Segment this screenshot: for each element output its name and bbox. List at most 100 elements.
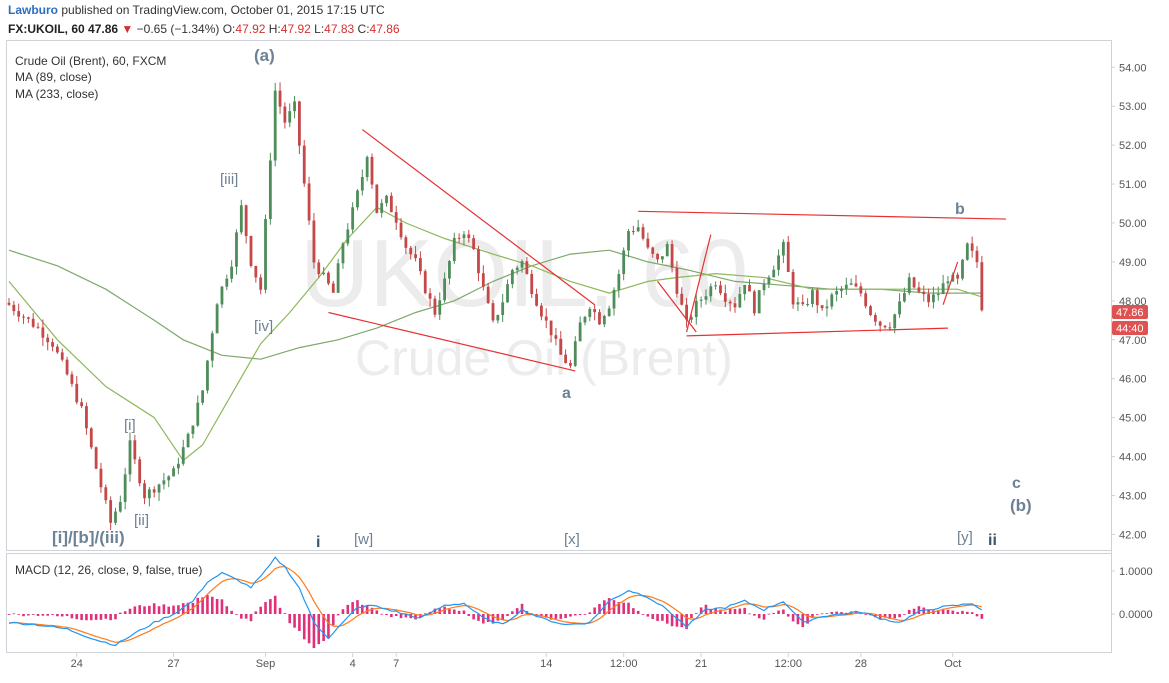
candle-body	[414, 254, 417, 259]
candle-body	[830, 294, 834, 307]
macd-histogram-bar	[757, 614, 761, 619]
macd-histogram-bar	[80, 614, 83, 621]
candle-body	[506, 284, 509, 303]
macd-histogram-bar	[665, 614, 669, 624]
time-tick-label: 28	[855, 658, 867, 670]
candle-body	[302, 145, 306, 184]
macd-histogram-bar	[60, 614, 64, 617]
macd-histogram-bar	[593, 607, 596, 614]
candle-body	[820, 305, 824, 309]
macd-histogram-bar	[820, 613, 824, 615]
macd-histogram-bar	[119, 612, 122, 614]
macd-histogram-bar	[167, 606, 171, 614]
candle-body	[254, 265, 258, 278]
macd-histogram-bar	[452, 609, 456, 614]
macd-histogram-bar	[380, 613, 383, 615]
candle-body	[75, 383, 79, 403]
legend-ma89[interactable]: MA (89, close)	[15, 70, 92, 84]
time-tick-label: 14	[540, 658, 552, 670]
candle-body	[670, 244, 674, 268]
candle-body	[588, 309, 592, 317]
macd-histogram-bar	[767, 613, 771, 615]
candle-body	[578, 322, 582, 342]
candle-body	[51, 342, 54, 347]
candle-body	[210, 333, 214, 361]
watermark-symbol: UKOIL, 60	[300, 220, 748, 327]
macd-histogram-bar	[956, 612, 959, 614]
candle-body	[525, 261, 529, 274]
macd-histogram-bar	[327, 614, 330, 639]
macd-histogram-bar	[85, 614, 88, 621]
wave-label-a: a	[562, 385, 571, 402]
macd-histogram-bar	[36, 614, 40, 616]
candle-body	[912, 277, 916, 288]
time-tick-label: 21	[695, 658, 707, 670]
candle-body	[723, 293, 727, 302]
candle-body	[41, 327, 45, 338]
macd-histogram-bar	[46, 614, 50, 616]
macd-histogram-bar	[966, 611, 969, 614]
macd-histogram-bar	[293, 614, 296, 628]
candle-body	[811, 290, 814, 304]
candle-body	[385, 195, 388, 204]
macd-histogram-bar	[27, 614, 30, 616]
macd-histogram-bar	[240, 614, 243, 619]
macd-histogram-bar	[864, 614, 867, 615]
macd-histogram-bar	[264, 602, 267, 614]
macd-histogram-bar	[782, 609, 785, 614]
candle-body	[360, 177, 364, 191]
macd-histogram-bar	[298, 614, 301, 632]
macd-histogram-bar	[569, 614, 572, 617]
macd-histogram-bar	[278, 607, 282, 614]
macd-histogram-bar	[583, 614, 587, 615]
legend-ma233[interactable]: MA (233, close)	[15, 87, 98, 101]
candle-body	[365, 156, 369, 178]
candle-body	[60, 352, 64, 360]
time-tick-label: Oct	[944, 658, 961, 670]
macd-histogram-bar	[75, 614, 79, 620]
price-axis-ticks: 42.0043.0044.0045.0046.0047.0048.0049.00…	[1111, 62, 1147, 541]
macd-histogram-bar	[690, 614, 693, 618]
time-tick-label: Sep	[256, 658, 276, 670]
candle-body	[970, 243, 974, 251]
macd-histogram-bar	[12, 613, 16, 615]
candle-body	[617, 273, 621, 291]
trendline	[942, 261, 959, 305]
candle-body	[515, 267, 519, 271]
candle-body	[152, 489, 156, 493]
candle-body	[7, 302, 11, 305]
macd-histogram-bar	[641, 614, 645, 615]
candle-body	[46, 337, 50, 343]
macd-histogram-bar	[109, 614, 112, 621]
candle-body	[961, 259, 964, 279]
macd-histogram-bar	[273, 595, 277, 614]
candle-body	[36, 326, 40, 328]
macd-histogram-bar	[215, 598, 219, 614]
macd-histogram-bar	[94, 614, 98, 620]
candle-body	[181, 447, 185, 464]
candle-body	[433, 298, 437, 315]
candle-body	[215, 304, 219, 334]
macd-histogram-bar	[753, 614, 756, 616]
candle-body	[104, 487, 108, 501]
candle-body	[636, 227, 640, 232]
macd-histogram-bar	[254, 611, 258, 614]
candle-body	[317, 262, 321, 275]
macd-legend[interactable]: MACD (12, 26, close, 9, false, true)	[15, 563, 202, 577]
legend-title: Crude Oil (Brent), 60, FXCM	[15, 54, 166, 68]
macd-histogram-bar	[506, 614, 509, 616]
macd-histogram-bar	[917, 606, 921, 614]
macd-histogram-bar	[733, 608, 737, 614]
candle-body	[123, 474, 127, 502]
candle-body	[85, 406, 88, 429]
candle-body	[598, 312, 601, 325]
chart-canvas[interactable]: UKOIL, 60 Crude Oil (Brent) Crude Oil (B…	[0, 0, 1169, 683]
macd-histogram-bar	[283, 613, 287, 614]
candle-body	[612, 290, 616, 309]
candle-body	[26, 317, 30, 319]
wave-label-i: i	[316, 534, 320, 551]
macd-histogram-bar	[210, 596, 214, 614]
wave-label-iii-bracket: [iii]	[220, 171, 238, 188]
price-tick-label: 54.00	[1119, 62, 1147, 74]
macd-histogram-bar	[385, 614, 388, 615]
